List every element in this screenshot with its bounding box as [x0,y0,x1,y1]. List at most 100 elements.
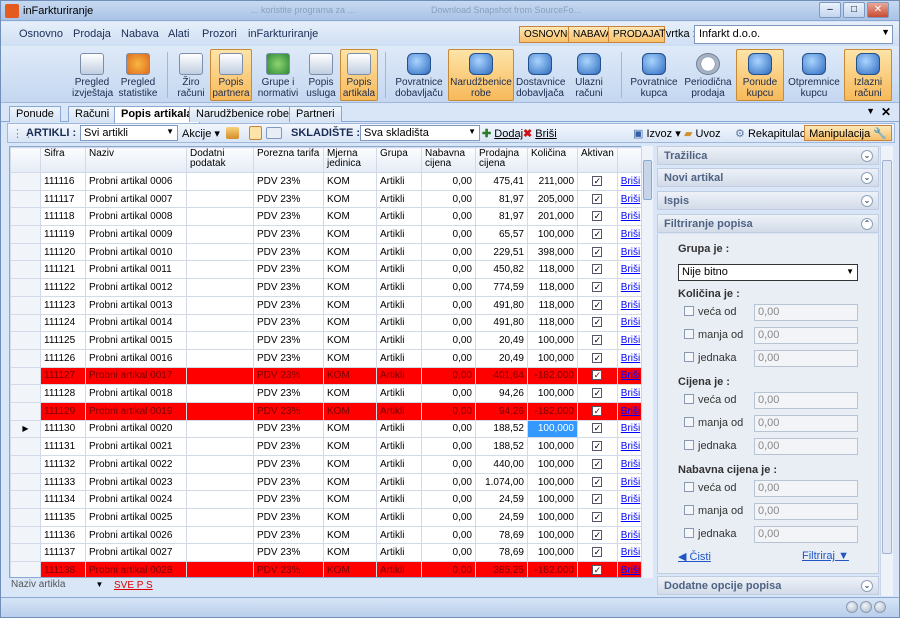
cell-porez[interactable]: PDV 23% [253,525,324,545]
table-row[interactable]: 111123 Probni artikal 0013 PDV 23% KOM Artik… [10,295,652,315]
cell-sifra[interactable]: 111121 [40,260,86,280]
cell-prodajna[interactable]: 20,49 [475,331,528,350]
cell-aktivan[interactable]: ✓ [577,366,618,386]
cell-sifra[interactable]: 111117 [40,189,86,209]
kolicina-manja-input[interactable]: 0,00 [754,327,858,344]
cell-sifra[interactable]: 111118 [40,207,86,227]
row-indicator[interactable] [10,172,41,191]
cell-porez[interactable]: PDV 23% [253,278,324,297]
row-indicator[interactable] [10,455,41,474]
aktivan-checkbox[interactable]: ✓ [592,175,603,186]
cell-porez[interactable]: PDV 23% [253,207,324,227]
kolicina-veca-checkbox[interactable]: veća od [684,306,737,318]
cell-naziv[interactable]: Probni artikal 0025 [85,508,187,527]
row-indicator[interactable] [10,508,41,527]
ribbon-grupe-normativi[interactable]: Grupe i normativi [255,49,301,101]
cell-naziv[interactable]: Probni artikal 0022 [85,455,187,474]
cell-grupa[interactable]: Artikli [376,189,422,209]
row-indicator[interactable] [10,207,41,227]
cell-dodatni[interactable] [186,419,254,439]
cell-kolicina[interactable]: 118,000 [527,278,578,297]
brisi-link[interactable]: Briši [621,459,640,470]
column-header-nabavna-cijena[interactable]: Nabavna cijena [421,147,476,173]
cell-mj[interactable]: KOM [323,472,377,492]
cell-prodajna[interactable]: 81,97 [475,207,528,227]
cell-naziv[interactable]: Probni artikal 0021 [85,437,187,456]
sort-icon[interactable] [249,126,262,140]
table-row[interactable]: 111137 Probni artikal 0027 PDV 23% KOM Artik… [10,543,652,563]
scrollbar-thumb[interactable] [643,160,652,200]
cell-aktivan[interactable]: ✓ [577,313,618,333]
cell-prodajna[interactable]: 188,52 [475,437,528,456]
cell-nabavna[interactable]: 0,00 [421,278,476,297]
cell-grupa[interactable]: Artikli [376,242,422,262]
table-row[interactable]: 111133 Probni artikal 0023 PDV 23% KOM Artik… [10,472,652,492]
cell-mj[interactable]: KOM [323,348,377,368]
cell-aktivan[interactable]: ✓ [577,384,618,403]
kolicina-veca-input[interactable]: 0,00 [754,304,858,321]
cell-aktivan[interactable]: ✓ [577,331,618,350]
aktivan-checkbox[interactable]: ✓ [592,458,603,469]
manipulacija-button[interactable]: Manipulacija 🔧 [804,125,892,141]
folder-icon[interactable] [226,127,239,139]
table-row[interactable]: 111124 Probni artikal 0014 PDV 23% KOM Artik… [10,313,652,333]
brisi-link[interactable]: Briši [621,353,640,364]
row-indicator[interactable] [10,348,41,368]
ribbon-pregled-izvjestaja[interactable]: Pregled izvještaja [71,49,113,101]
cell-mj[interactable]: KOM [323,260,377,280]
cell-sifra[interactable]: 111138 [40,561,86,577]
cell-dodatni[interactable] [186,331,254,350]
cell-dodatni[interactable] [186,490,254,510]
ribbon-narudzbenice-robe[interactable]: Narudžbenice robe [448,49,514,101]
aktivan-checkbox[interactable]: ✓ [592,246,603,257]
aktivan-checkbox[interactable]: ✓ [592,228,603,239]
cell-dodatni[interactable] [186,225,254,244]
cell-aktivan[interactable]: ✓ [577,401,618,421]
cell-kolicina[interactable]: 100,000 [527,472,578,492]
cell-kolicina[interactable]: 211,000 [527,172,578,191]
auto-width-icon[interactable] [266,127,282,139]
cell-nabavna[interactable]: 0,00 [421,260,476,280]
cell-aktivan[interactable]: ✓ [577,172,618,191]
brisi-link[interactable]: Briši [621,530,640,541]
cell-mj[interactable]: KOM [323,401,377,421]
row-indicator[interactable]: ▶ [10,419,41,439]
aktivan-checkbox[interactable]: ✓ [592,317,603,328]
cell-grupa[interactable]: Artikli [376,313,422,333]
cell-prodajna[interactable]: 24,59 [475,490,528,510]
cell-prodajna[interactable]: 491,80 [475,295,528,315]
pill-prodaja[interactable]: PRODAJA [608,26,666,43]
brisi-link[interactable]: Briši [621,211,640,222]
section-filtriranje-popisa[interactable]: Filtriranje popisa ⌃ [657,214,879,233]
column-header-porezna-tarifa[interactable]: Porezna tarifa [253,147,324,173]
cell-porez[interactable]: PDV 23% [253,490,324,510]
cell-sifra[interactable]: 111127 [40,366,86,386]
row-indicator[interactable] [10,472,41,492]
cell-grupa[interactable]: Artikli [376,455,422,474]
section-novi-artikal[interactable]: Novi artikal ⌄ [657,168,879,187]
cisti-button[interactable]: ◀ Čisti [678,550,711,563]
cell-prodajna[interactable]: 229,51 [475,242,528,262]
brisi-link[interactable]: Briši [621,441,640,452]
cell-grupa[interactable]: Artikli [376,225,422,244]
row-indicator[interactable] [10,295,41,315]
cell-mj[interactable]: KOM [323,437,377,456]
cell-naziv[interactable]: Probni artikal 0016 [85,348,187,368]
cell-porez[interactable]: PDV 23% [253,401,324,421]
cell-nabavna[interactable]: 0,00 [421,437,476,456]
cell-dodatni[interactable] [186,242,254,262]
cell-mj[interactable]: KOM [323,242,377,262]
cijena-veca-input[interactable]: 0,00 [754,392,858,409]
cell-sifra[interactable]: 111133 [40,472,86,492]
cell-dodatni[interactable] [186,455,254,474]
nabavna-jednaka-checkbox[interactable]: jednaka [684,528,737,540]
cell-sifra[interactable]: 111119 [40,225,86,244]
cell-naziv[interactable]: Probni artikal 0009 [85,225,187,244]
uvoz-button[interactable]: ▰ Uvoz [684,127,721,140]
cell-prodajna[interactable]: 20,49 [475,348,528,368]
cell-naziv[interactable]: Probni artikal 0027 [85,543,187,563]
cell-porez[interactable]: PDV 23% [253,189,324,209]
cell-mj[interactable]: KOM [323,225,377,244]
cell-dodatni[interactable] [186,172,254,191]
cell-sifra[interactable]: 111128 [40,384,86,403]
